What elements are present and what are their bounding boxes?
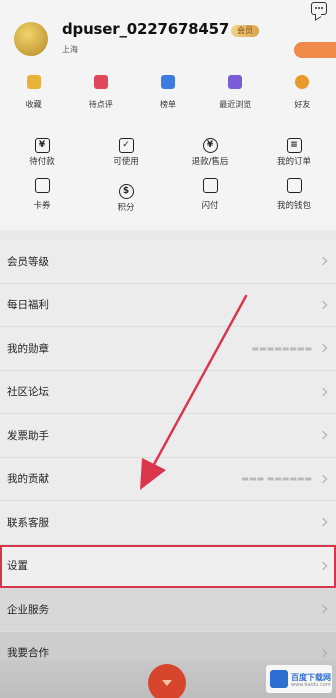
ranking-icon bbox=[161, 75, 175, 89]
menu-list: 会员等级每日福利我的勋章 ▬▬▬▬▬▬▬▬ 社区论坛发票助手我的贡献 ▬▬▬ ▬▬▬▬… bbox=[0, 240, 336, 698]
menu-row[interactable]: 社区论坛 bbox=[0, 370, 336, 414]
ticket-icon bbox=[202, 178, 218, 193]
mail-wallet-icon bbox=[286, 178, 302, 193]
points-icon: $ bbox=[118, 184, 134, 199]
chevron-right-icon bbox=[318, 648, 328, 657]
chevron-right-icon bbox=[318, 431, 328, 440]
quick-link-item[interactable]: 收藏 bbox=[0, 66, 67, 114]
profile-header: dpuser_0227678457 会员 上海 bbox=[0, 0, 336, 66]
star-icon bbox=[26, 75, 41, 89]
menu-row-label: 联系客服 bbox=[7, 516, 49, 529]
order-item[interactable]: ¥ 退款/售后 bbox=[168, 132, 252, 178]
history-icon bbox=[228, 75, 243, 89]
menu-row[interactable]: 发票助手 bbox=[0, 414, 336, 458]
card-icon bbox=[34, 178, 50, 193]
refund-icon: ¥ bbox=[202, 138, 218, 153]
quick-link-item[interactable]: 好友 bbox=[269, 66, 336, 114]
quick-link-label: 榜单 bbox=[160, 100, 176, 109]
menu-row-label: 发票助手 bbox=[7, 429, 49, 442]
menu-row[interactable]: 我的勋章 ▬▬▬▬▬▬▬▬ bbox=[0, 327, 336, 371]
friend-icon bbox=[295, 75, 310, 89]
order-item[interactable]: 我的钱包 bbox=[252, 178, 336, 224]
order-item[interactable]: ≡ 我的订单 bbox=[252, 132, 336, 178]
quick-links: 收藏 待点评 榜单 最近浏览 好友 bbox=[0, 66, 336, 114]
order-item[interactable]: ✓ 可使用 bbox=[84, 132, 168, 178]
chevron-right-icon bbox=[318, 300, 328, 309]
promo-pill[interactable] bbox=[294, 42, 336, 58]
menu-row-label: 我的贡献 bbox=[7, 473, 49, 486]
chevron-right-icon bbox=[318, 474, 328, 483]
quick-link-item[interactable]: 待点评 bbox=[67, 66, 134, 114]
order-item-label: 闪付 bbox=[201, 201, 219, 211]
orders-icon: ≡ bbox=[286, 138, 302, 153]
chevron-right-icon bbox=[318, 518, 328, 527]
order-item-label: 待付款 bbox=[29, 157, 55, 167]
order-item[interactable]: ¥ 待付款 bbox=[0, 132, 84, 178]
menu-row[interactable]: 每日福利 bbox=[0, 283, 336, 327]
menu-row[interactable]: 会员等级 bbox=[0, 240, 336, 284]
order-item[interactable]: 闪付 bbox=[168, 178, 252, 224]
menu-row[interactable]: 企业服务 bbox=[0, 588, 336, 632]
quick-link-label: 好友 bbox=[294, 100, 311, 109]
order-item-label: 退款/售后 bbox=[191, 157, 229, 167]
username[interactable]: dpuser_0227678457 bbox=[62, 20, 229, 38]
menu-row-label: 我要合作 bbox=[7, 647, 49, 660]
chevron-right-icon bbox=[318, 387, 328, 396]
chevron-right-icon bbox=[318, 605, 328, 614]
menu-row-label: 设置 bbox=[7, 560, 28, 573]
menu-row[interactable]: 设置 bbox=[0, 544, 336, 588]
menu-row-label: 社区论坛 bbox=[7, 386, 49, 399]
chevron-right-icon bbox=[318, 344, 328, 353]
quick-link-item[interactable]: 最近浏览 bbox=[202, 66, 269, 114]
watermark-logo-icon bbox=[270, 670, 288, 688]
menu-row[interactable]: 联系客服 bbox=[0, 501, 336, 545]
menu-row[interactable]: 我的贡献 ▬▬▬ ▬▬▬▬▬▬ bbox=[0, 457, 336, 501]
check-icon: ✓ bbox=[118, 138, 134, 153]
menu-row-value: ▬▬▬ ▬▬▬▬▬▬ bbox=[241, 474, 312, 484]
chevron-right-icon bbox=[318, 561, 328, 570]
order-panel: ¥ 待付款 ✓ 可使用 ¥ 退款/售后 ≡ 我的订单 卡券 $ 积分 闪付 我的钱包 bbox=[0, 114, 336, 230]
menu-row-label: 会员等级 bbox=[7, 255, 49, 268]
center-action-button[interactable] bbox=[148, 664, 186, 698]
order-item[interactable]: 卡券 bbox=[0, 178, 84, 224]
avatar[interactable] bbox=[14, 22, 48, 56]
order-item-label: 可使用 bbox=[113, 157, 139, 167]
order-row: 卡券 $ 积分 闪付 我的钱包 bbox=[0, 178, 336, 224]
order-item[interactable]: $ 积分 bbox=[84, 178, 168, 224]
watermark-url: www.baidu.com bbox=[291, 682, 331, 688]
quick-link-label: 待点评 bbox=[88, 100, 113, 109]
menu-row-value: ▬▬▬▬▬▬▬▬ bbox=[251, 343, 312, 353]
order-item-label: 我的订单 bbox=[276, 157, 311, 167]
message-icon[interactable] bbox=[311, 2, 327, 15]
menu-row-label: 每日福利 bbox=[7, 299, 49, 312]
menu-row-label: 企业服务 bbox=[7, 603, 49, 616]
order-item-label: 积分 bbox=[117, 203, 135, 213]
location-label: 上海 bbox=[62, 45, 78, 54]
order-item-label: 我的钱包 bbox=[276, 201, 311, 211]
quick-link-label: 收藏 bbox=[25, 100, 42, 109]
quick-link-item[interactable]: 榜单 bbox=[134, 66, 201, 114]
quick-link-label: 最近浏览 bbox=[219, 100, 252, 109]
chevron-right-icon bbox=[318, 257, 328, 266]
order-item-label: 卡券 bbox=[33, 201, 51, 211]
vip-badge[interactable]: 会员 bbox=[231, 25, 259, 37]
order-row: ¥ 待付款 ✓ 可使用 ¥ 退款/售后 ≡ 我的订单 bbox=[0, 132, 336, 178]
comment-icon bbox=[93, 75, 108, 89]
menu-row-label: 我的勋章 bbox=[7, 342, 49, 355]
wallet-icon: ¥ bbox=[34, 138, 50, 153]
watermark: 百度下载网 www.baidu.com bbox=[266, 665, 332, 693]
